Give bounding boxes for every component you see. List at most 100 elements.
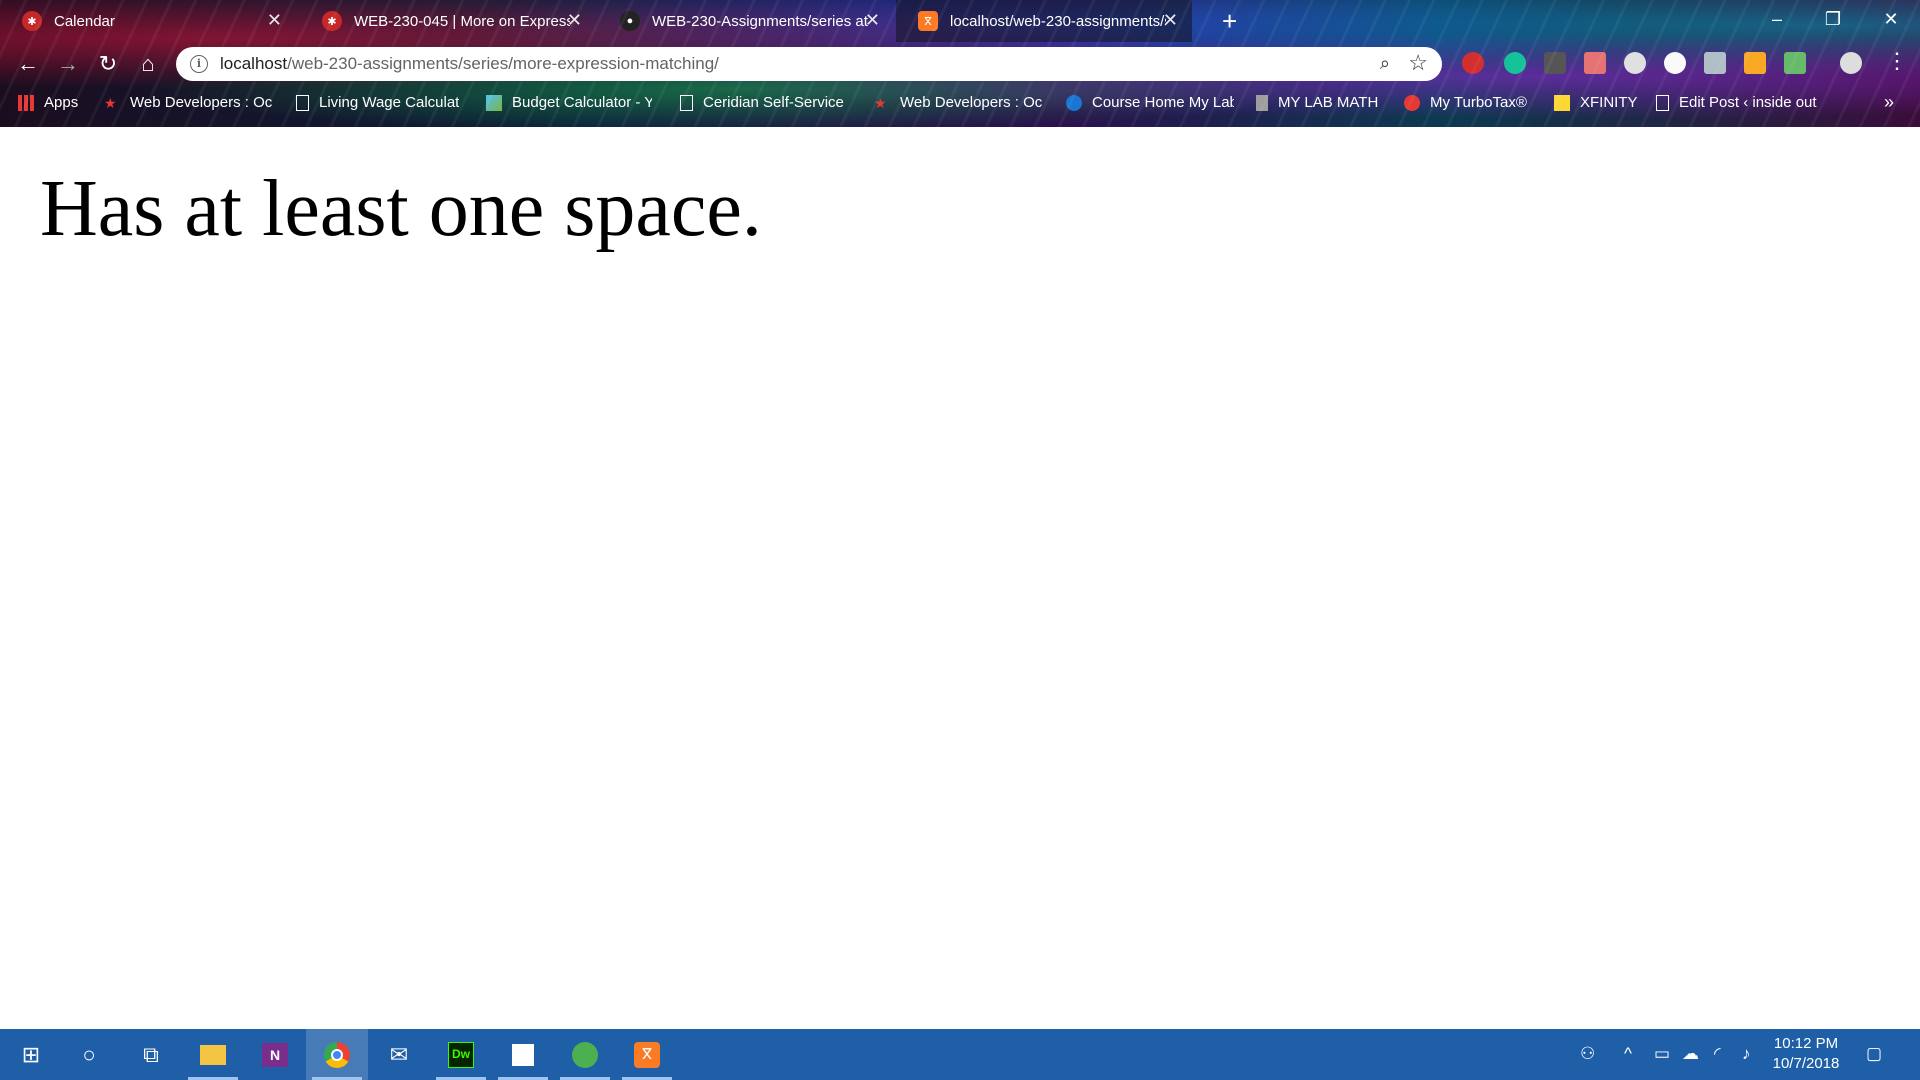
tab-localhost[interactable]: ⴳ localhost/web-230-assignments/series ✕: [896, 0, 1192, 42]
extension-circle-icon[interactable]: [1624, 52, 1646, 74]
bookmark-label: XFINITY: [1580, 94, 1638, 111]
home-icon[interactable]: ⌂: [132, 48, 164, 80]
tab-calendar[interactable]: ✱ Calendar ✕: [0, 0, 296, 42]
close-tab-icon[interactable]: ✕: [567, 10, 582, 30]
forward-icon[interactable]: →: [52, 48, 84, 80]
bookmark-apps[interactable]: Apps: [18, 94, 78, 111]
xampp-icon[interactable]: ⴳ: [616, 1029, 678, 1080]
budget-icon: [486, 94, 502, 111]
browser-menu-icon[interactable]: ⋮: [1886, 50, 1908, 72]
lab-math-icon: [1256, 94, 1268, 111]
extension-shield-icon[interactable]: [1462, 52, 1484, 74]
extension-ring-icon[interactable]: [1664, 52, 1686, 74]
close-tab-icon[interactable]: ✕: [267, 10, 282, 30]
bookmark-star-icon[interactable]: ☆: [1408, 50, 1428, 76]
bookmark-xfinity[interactable]: XFINITY: [1554, 94, 1638, 111]
dreamweaver-icon[interactable]: Dw: [430, 1029, 492, 1080]
bookmark-label: My TurboTax®: [1430, 94, 1527, 111]
close-tab-icon[interactable]: ✕: [865, 10, 880, 30]
onenote-logo-icon: N: [262, 1042, 288, 1067]
tab-title: localhost/web-230-assignments/series: [950, 12, 1166, 30]
clock-time: 10:12 PM: [1773, 1035, 1839, 1052]
task-view-glyph-icon: ⧉: [143, 1041, 159, 1067]
network-app-icon[interactable]: [554, 1029, 616, 1080]
bookmark-living-wage[interactable]: Living Wage Calculat: [296, 94, 459, 111]
bookmark-label: Web Developers : Oc: [900, 94, 1042, 111]
taskbar: ⊞ ○ ⧉ N ✉ Dw ⴳ ⚇ ^ ▭ ☁ ◜ ♪ 10:12 PM 10/7…: [0, 1029, 1920, 1080]
wifi-icon[interactable]: ◜: [1714, 1044, 1721, 1064]
minimize-icon[interactable]: –: [1762, 6, 1792, 32]
windows-start-icon[interactable]: ⊞: [0, 1029, 62, 1080]
tab-title: WEB-230-045 | More on Expressions: [354, 12, 570, 30]
course-favicon-icon: ✱: [322, 11, 342, 31]
site-info-icon[interactable]: i: [190, 55, 208, 73]
bookmark-label: Apps: [44, 94, 79, 111]
onedrive-icon[interactable]: ☁: [1682, 1044, 1699, 1064]
apps-grid-icon: [18, 94, 34, 111]
page-content: Has at least one space.: [0, 127, 1920, 1029]
extension-box-icon[interactable]: [1744, 52, 1766, 74]
tab-github-series[interactable]: ● WEB-230-Assignments/series at master ✕: [598, 0, 894, 42]
bookmark-label: MY LAB MATH: [1278, 94, 1379, 111]
close-tab-icon[interactable]: ✕: [1163, 10, 1178, 30]
url-text[interactable]: localhost/web-230-assignments/series/mor…: [220, 54, 719, 74]
bookmarks-overflow-icon[interactable]: »: [1884, 92, 1894, 113]
volume-icon[interactable]: ♪: [1742, 1044, 1751, 1064]
pdf-extension-icon[interactable]: [1544, 52, 1566, 74]
globe-app-icon: [572, 1041, 598, 1068]
bookmark-label: Web Developers : Oc: [130, 94, 272, 111]
reload-icon[interactable]: ↻: [92, 48, 124, 80]
close-window-icon[interactable]: ✕: [1876, 6, 1906, 32]
folder-icon: [200, 1044, 226, 1065]
people-icon[interactable]: ⚇: [1580, 1044, 1595, 1064]
back-icon[interactable]: ←: [12, 48, 44, 80]
tab-web-230-045[interactable]: ✱ WEB-230-045 | More on Expressions ✕: [300, 0, 596, 42]
folder-icon: [1554, 94, 1570, 111]
system-clock[interactable]: 10:12 PM 10/7/2018: [1752, 1034, 1860, 1074]
bookmark-course-home[interactable]: Course Home My Lab: [1066, 94, 1234, 111]
zoom-icon[interactable]: ⌕: [1380, 53, 1390, 74]
bookmarks-bar: Apps ★ Web Developers : Oc Living Wage C…: [0, 88, 1920, 122]
extension-note-icon[interactable]: [1584, 52, 1606, 74]
address-bar[interactable]: i localhost/web-230-assignments/series/m…: [176, 47, 1442, 81]
chrome-icon[interactable]: [306, 1029, 368, 1080]
github-favicon-icon: ●: [620, 11, 640, 31]
bookmark-web-developers-2[interactable]: ★ Web Developers : Oc: [874, 94, 1042, 111]
bookmark-label: Ceridian Self-Service: [703, 94, 844, 111]
bookmark-edit-post[interactable]: Edit Post ‹ inside out: [1656, 94, 1819, 111]
star-bookmark-icon: ★: [104, 94, 117, 111]
pearson-icon: [1066, 94, 1082, 111]
page-icon: [296, 94, 309, 111]
dreamweaver-logo-icon: Dw: [448, 1041, 474, 1068]
restore-icon[interactable]: ❐: [1818, 6, 1848, 32]
mail-icon[interactable]: ✉: [368, 1029, 430, 1080]
cortana-icon[interactable]: ○: [58, 1029, 120, 1080]
clock-date: 10/7/2018: [1772, 1055, 1840, 1072]
onenote-icon[interactable]: N: [244, 1029, 306, 1080]
cortana-circle-icon: ○: [82, 1041, 96, 1067]
bookmark-web-developers-1[interactable]: ★ Web Developers : Oc: [104, 94, 272, 111]
file-explorer-icon[interactable]: [182, 1029, 244, 1080]
bookmark-ceridian[interactable]: Ceridian Self-Service: [680, 94, 851, 111]
sticky-notes-icon[interactable]: [492, 1029, 554, 1080]
action-center-icon[interactable]: ▢: [1866, 1044, 1882, 1064]
url-path: /web-230-assignments/series/more-express…: [287, 54, 719, 73]
profile-avatar[interactable]: [1840, 52, 1862, 74]
battery-icon[interactable]: ▭: [1654, 1044, 1670, 1064]
new-tab-icon[interactable]: +: [1222, 6, 1237, 36]
bookmark-turbotax[interactable]: My TurboTax®: [1404, 94, 1527, 111]
page-icon: [680, 94, 693, 111]
task-view-icon[interactable]: ⧉: [120, 1029, 182, 1080]
show-hidden-icons-icon[interactable]: ^: [1624, 1044, 1632, 1064]
note-icon: [512, 1043, 534, 1066]
tab-title: Calendar: [54, 12, 115, 30]
xampp-logo-icon: ⴳ: [634, 1041, 660, 1068]
bookmark-my-lab-math[interactable]: MY LAB MATH: [1256, 94, 1378, 111]
bookmark-budget-calculator[interactable]: Budget Calculator - Y: [486, 94, 652, 111]
extension-grid-icon[interactable]: [1784, 52, 1806, 74]
extension-translate-icon[interactable]: [1704, 52, 1726, 74]
url-host: localhost: [220, 54, 288, 73]
grammarly-icon[interactable]: [1504, 52, 1526, 74]
bookmark-label: Living Wage Calculat: [319, 94, 459, 111]
bookmark-label: Course Home My Lab: [1092, 94, 1234, 111]
